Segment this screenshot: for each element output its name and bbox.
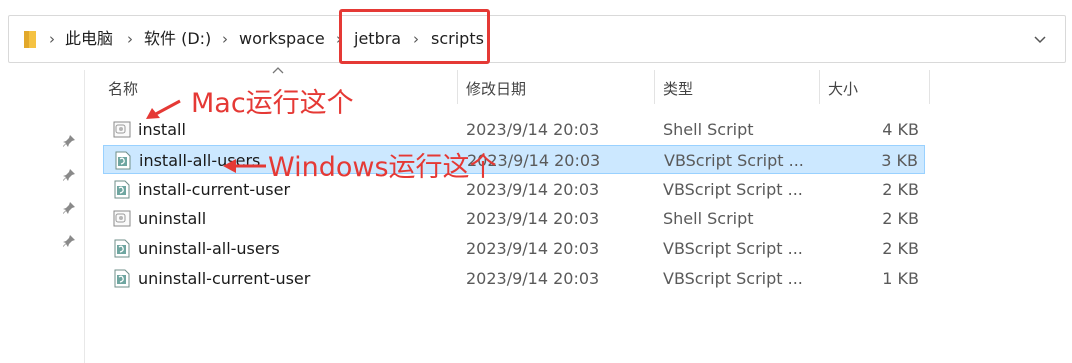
vbscript-icon [114, 269, 130, 288]
file-size: 2 KB [882, 180, 919, 199]
column-separator[interactable] [457, 70, 458, 104]
file-name: install [138, 120, 186, 139]
file-row[interactable]: uninstall-all-users 2023/9/14 20:03 VBScri… [103, 234, 925, 263]
shell-script-icon [113, 121, 131, 138]
file-type: VBScript Script ... [663, 239, 803, 258]
file-type: VBScript Script ... [663, 180, 803, 199]
pin-icon[interactable] [62, 134, 76, 148]
annotation-arrow-mac [146, 99, 181, 119]
vbscript-icon [114, 180, 130, 199]
file-name: uninstall-all-users [138, 239, 280, 258]
vbscript-icon [114, 239, 130, 258]
address-bar[interactable]: › 此电脑 › 软件 (D:) › workspace › jetbra › s… [8, 15, 1066, 63]
file-size: 2 KB [882, 209, 919, 228]
file-row[interactable]: uninstall-current-user 2023/9/14 20:03 VBS… [103, 264, 925, 293]
column-header-type[interactable]: 类型 [663, 79, 693, 99]
file-date: 2023/9/14 20:03 [466, 239, 600, 258]
breadcrumb-separator-icon: › [127, 30, 133, 48]
file-size: 4 KB [882, 120, 919, 139]
column-header-name[interactable]: 名称 [108, 79, 138, 99]
shell-script-icon [113, 210, 131, 227]
annotation-arrow-windows [223, 159, 266, 173]
pin-icon[interactable] [62, 201, 76, 215]
sort-ascending-icon [272, 67, 284, 74]
file-date: 2023/9/14 20:03 [466, 269, 600, 288]
breadcrumb-separator-icon: › [49, 30, 55, 48]
file-name: uninstall-current-user [138, 269, 311, 288]
folder-icon [24, 31, 36, 48]
annotation-windows: Windows运行这个 [268, 152, 497, 183]
column-header-date[interactable]: 修改日期 [466, 79, 526, 99]
highlight-box [339, 9, 490, 64]
file-type: VBScript Script ... [663, 269, 803, 288]
file-type: Shell Script [663, 209, 754, 228]
file-size: 1 KB [882, 269, 919, 288]
column-separator[interactable] [654, 70, 655, 104]
file-size: 2 KB [882, 239, 919, 258]
file-row[interactable]: uninstall 2023/9/14 20:03 Shell Script 2 KB [103, 204, 925, 233]
file-row[interactable]: install-current-user 2023/9/14 20:03 VBScr… [103, 175, 925, 204]
vbscript-icon [115, 151, 131, 170]
file-type: Shell Script [663, 120, 754, 139]
file-date: 2023/9/14 20:03 [466, 209, 600, 228]
annotation-mac: Mac运行这个 [191, 88, 354, 119]
pin-icon[interactable] [62, 168, 76, 182]
chevron-down-icon[interactable] [1031, 30, 1049, 48]
file-date: 2023/9/14 20:03 [466, 120, 600, 139]
column-header-size[interactable]: 大小 [828, 79, 858, 99]
breadcrumb-separator-icon: › [222, 30, 228, 48]
column-separator[interactable] [929, 70, 930, 104]
breadcrumb-item-this-pc[interactable]: 此电脑 [65, 28, 113, 50]
file-size: 3 KB [881, 151, 918, 170]
breadcrumb-item-drive-d[interactable]: 软件 (D:) [144, 28, 211, 50]
nav-pane-divider [84, 70, 85, 363]
file-type: VBScript Script ... [664, 151, 804, 170]
column-separator[interactable] [819, 70, 820, 104]
breadcrumb-item-workspace[interactable]: workspace [239, 28, 325, 50]
pin-icon[interactable] [62, 234, 76, 248]
file-name: uninstall [138, 209, 207, 228]
